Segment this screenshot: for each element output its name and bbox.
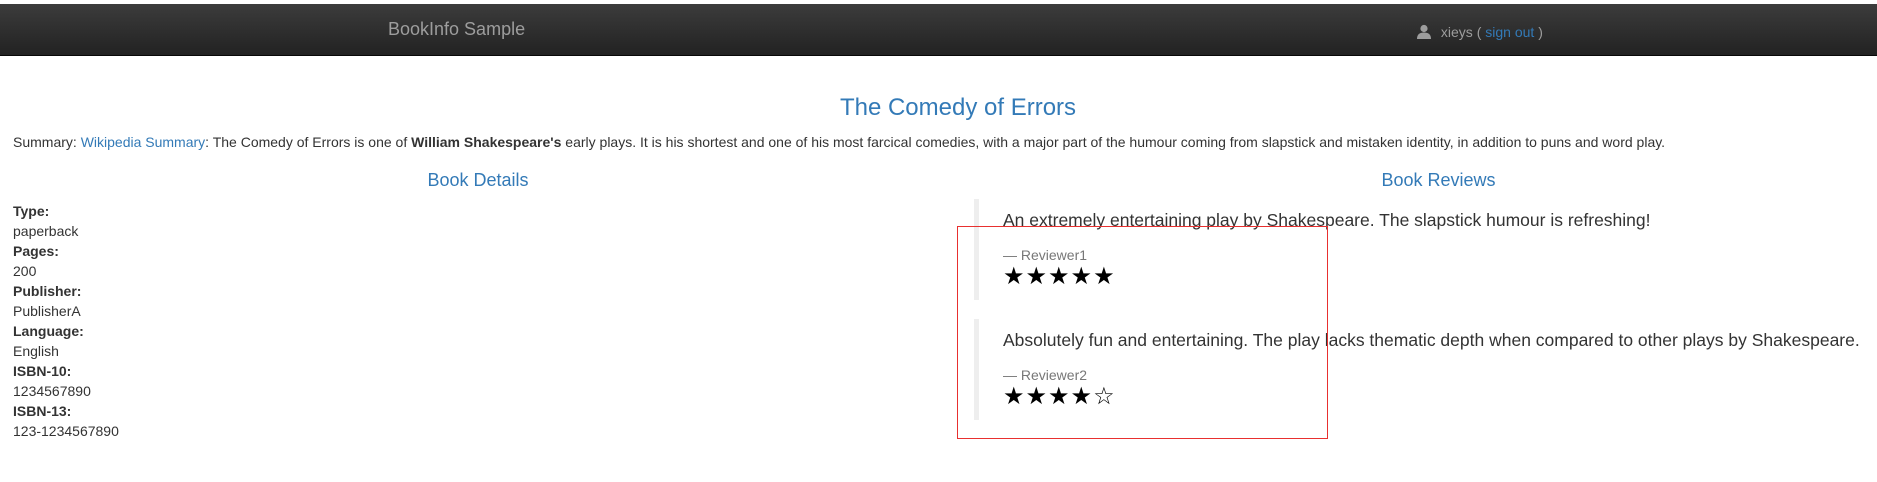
book-details: Type: paperback Pages: 200 Publisher: Pu… (13, 201, 119, 441)
detail-label-isbn13: ISBN-13: (13, 403, 72, 419)
book-details-heading: Book Details (427, 170, 529, 190)
detail-value-pages: 200 (13, 263, 37, 279)
detail-value-isbn10: 1234567890 (13, 383, 91, 399)
detail-value-isbn13: 123-1234567890 (13, 423, 119, 439)
username: xieys (1440, 24, 1473, 40)
book-title: The Comedy of Errors (839, 94, 1077, 121)
detail-label-language: Language: (13, 323, 84, 339)
sign-out-link[interactable]: sign out (1485, 24, 1534, 40)
book-summary: Summary: Wikipedia Summary: The Comedy o… (13, 132, 1665, 152)
summary-prefix: Summary: (13, 134, 81, 150)
summary-text-2: early plays. It is his shortest and one … (561, 134, 1666, 150)
detail-value-publisher: PublisherA (13, 303, 81, 319)
summary-text-1: : The Comedy of Errors is one of (205, 134, 412, 150)
star-rating: ★★★★★ (1003, 262, 1116, 290)
user-icon (1417, 24, 1431, 39)
detail-value-type: paperback (13, 223, 79, 239)
detail-label-type: Type: (13, 203, 50, 219)
user-area: xieys ( sign out ) (1417, 22, 1543, 42)
review-text: An extremely entertaining play by Shakes… (1003, 210, 1651, 230)
review-1: An extremely entertaining play by Shakes… (974, 199, 1877, 300)
summary-author: William Shakespeare's (411, 134, 562, 150)
open-paren: ( (1476, 24, 1482, 40)
wikipedia-summary-link[interactable]: Wikipedia Summary (81, 134, 205, 150)
detail-label-pages: Pages: (13, 243, 59, 259)
book-reviews-heading: Book Reviews (1381, 170, 1496, 190)
star-rating: ★★★★☆ (1003, 382, 1116, 410)
review-2: Absolutely fun and entertaining. The pla… (974, 319, 1877, 420)
detail-label-isbn10: ISBN-10: (13, 363, 72, 379)
review-text: Absolutely fun and entertaining. The pla… (1003, 330, 1860, 350)
detail-value-language: English (13, 343, 59, 359)
navbar: BookInfo Sample xieys ( sign out ) (0, 4, 1877, 56)
brand-link[interactable]: BookInfo Sample (388, 19, 525, 39)
page: BookInfo Sample xieys ( sign out ) The C… (0, 0, 1877, 482)
detail-label-publisher: Publisher: (13, 283, 82, 299)
close-paren: ) (1538, 24, 1543, 40)
